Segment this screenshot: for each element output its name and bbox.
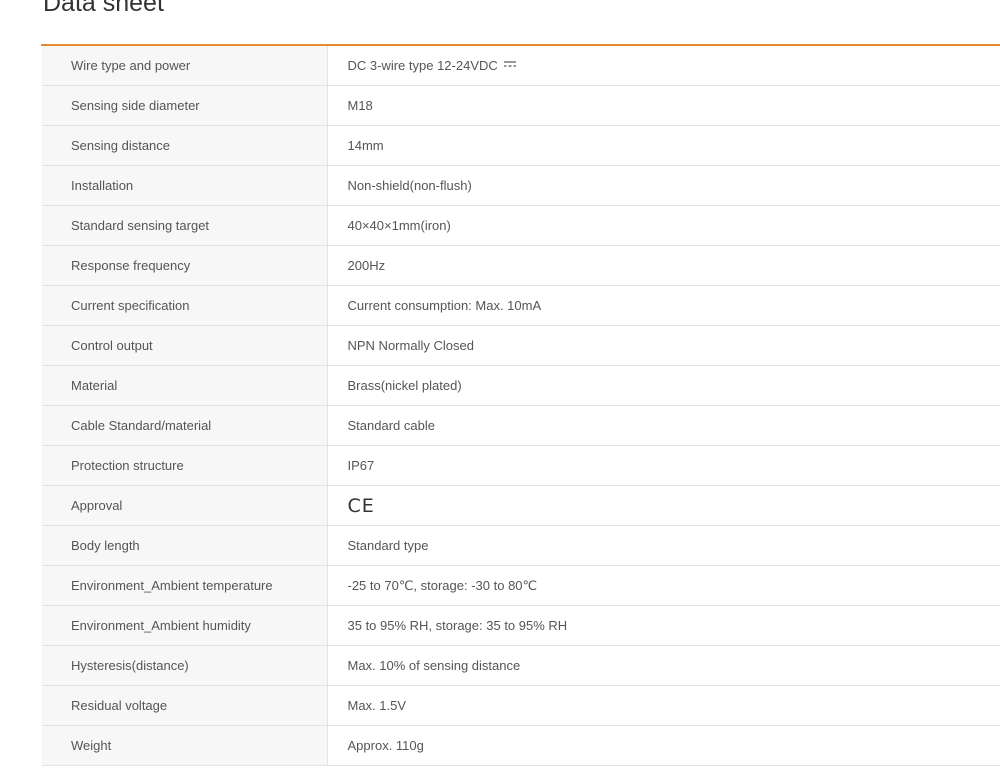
row-label: Environment_Ambient humidity (42, 605, 328, 646)
row-label: Body length (42, 525, 328, 566)
spec-table: Wire type and power DC 3-wire type 12-24… (42, 46, 1000, 766)
row-value: 35 to 95% RH, storage: 35 to 95% RH (327, 605, 1000, 646)
row-label: Wire type and power (42, 46, 328, 86)
row-value-text: DC 3-wire type 12-24VDC (347, 58, 498, 73)
table-row: Response frequency 200Hz (42, 245, 1000, 286)
row-label: Sensing side diameter (42, 85, 328, 126)
table-row: Approval CE (42, 485, 1000, 526)
row-label: Sensing distance (42, 125, 328, 166)
table-row: Material Brass(nickel plated) (42, 365, 1000, 406)
row-value: Max. 1.5V (327, 685, 1000, 726)
table-row: Environment_Ambient temperature -25 to 7… (42, 565, 1000, 606)
table-row: Current specification Current consumptio… (42, 285, 1000, 326)
row-value: Standard cable (327, 405, 1000, 446)
row-label: Environment_Ambient temperature (42, 565, 328, 606)
data-sheet-page: Data sheet Wire type and power DC 3-wire… (0, 0, 1000, 778)
row-label: Weight (42, 725, 328, 766)
row-value: Non-shield(non-flush) (327, 165, 1000, 206)
row-value: IP67 (327, 445, 1000, 486)
table-row: Residual voltage Max. 1.5V (42, 685, 1000, 726)
table-row: Wire type and power DC 3-wire type 12-24… (42, 46, 1000, 86)
row-value: M18 (327, 85, 1000, 126)
table-row: Body length Standard type (42, 525, 1000, 566)
row-value: NPN Normally Closed (327, 325, 1000, 366)
row-label: Cable Standard/material (42, 405, 328, 446)
table-row: Hysteresis(distance) Max. 10% of sensing… (42, 645, 1000, 686)
row-label: Current specification (42, 285, 328, 326)
row-value: 14mm (327, 125, 1000, 166)
dc-symbol-icon (503, 61, 516, 67)
table-row: Protection structure IP67 (42, 445, 1000, 486)
row-label: Residual voltage (42, 685, 328, 726)
row-value: DC 3-wire type 12-24VDC (327, 46, 1000, 86)
row-value: Brass(nickel plated) (327, 365, 1000, 406)
row-label: Protection structure (42, 445, 328, 486)
row-label: Standard sensing target (42, 205, 328, 246)
row-value: Current consumption: Max. 10mA (327, 285, 1000, 326)
row-value: CE (327, 485, 1000, 526)
table-row: Control output NPN Normally Closed (42, 325, 1000, 366)
table-row: Sensing distance 14mm (42, 125, 1000, 166)
row-value: 40×40×1mm(iron) (327, 205, 1000, 246)
ce-mark-icon: CE (347, 494, 375, 517)
row-value: Max. 10% of sensing distance (327, 645, 1000, 686)
row-label: Material (42, 365, 328, 406)
row-label: Control output (42, 325, 328, 366)
table-row: Installation Non-shield(non-flush) (42, 165, 1000, 206)
row-value: -25 to 70℃, storage: -30 to 80℃ (327, 565, 1000, 606)
row-value: 200Hz (327, 245, 1000, 286)
row-value: Approx. 110g (327, 725, 1000, 766)
row-label: Installation (42, 165, 328, 206)
row-value: Standard type (327, 525, 1000, 566)
row-label: Response frequency (42, 245, 328, 286)
table-row: Standard sensing target 40×40×1mm(iron) (42, 205, 1000, 246)
row-label: Hysteresis(distance) (42, 645, 328, 686)
page-title: Data sheet (43, 0, 164, 17)
row-label: Approval (42, 485, 328, 526)
table-row: Cable Standard/material Standard cable (42, 405, 1000, 446)
table-row: Weight Approx. 110g (42, 725, 1000, 766)
table-row: Environment_Ambient humidity 35 to 95% R… (42, 605, 1000, 646)
table-row: Sensing side diameter M18 (42, 85, 1000, 126)
